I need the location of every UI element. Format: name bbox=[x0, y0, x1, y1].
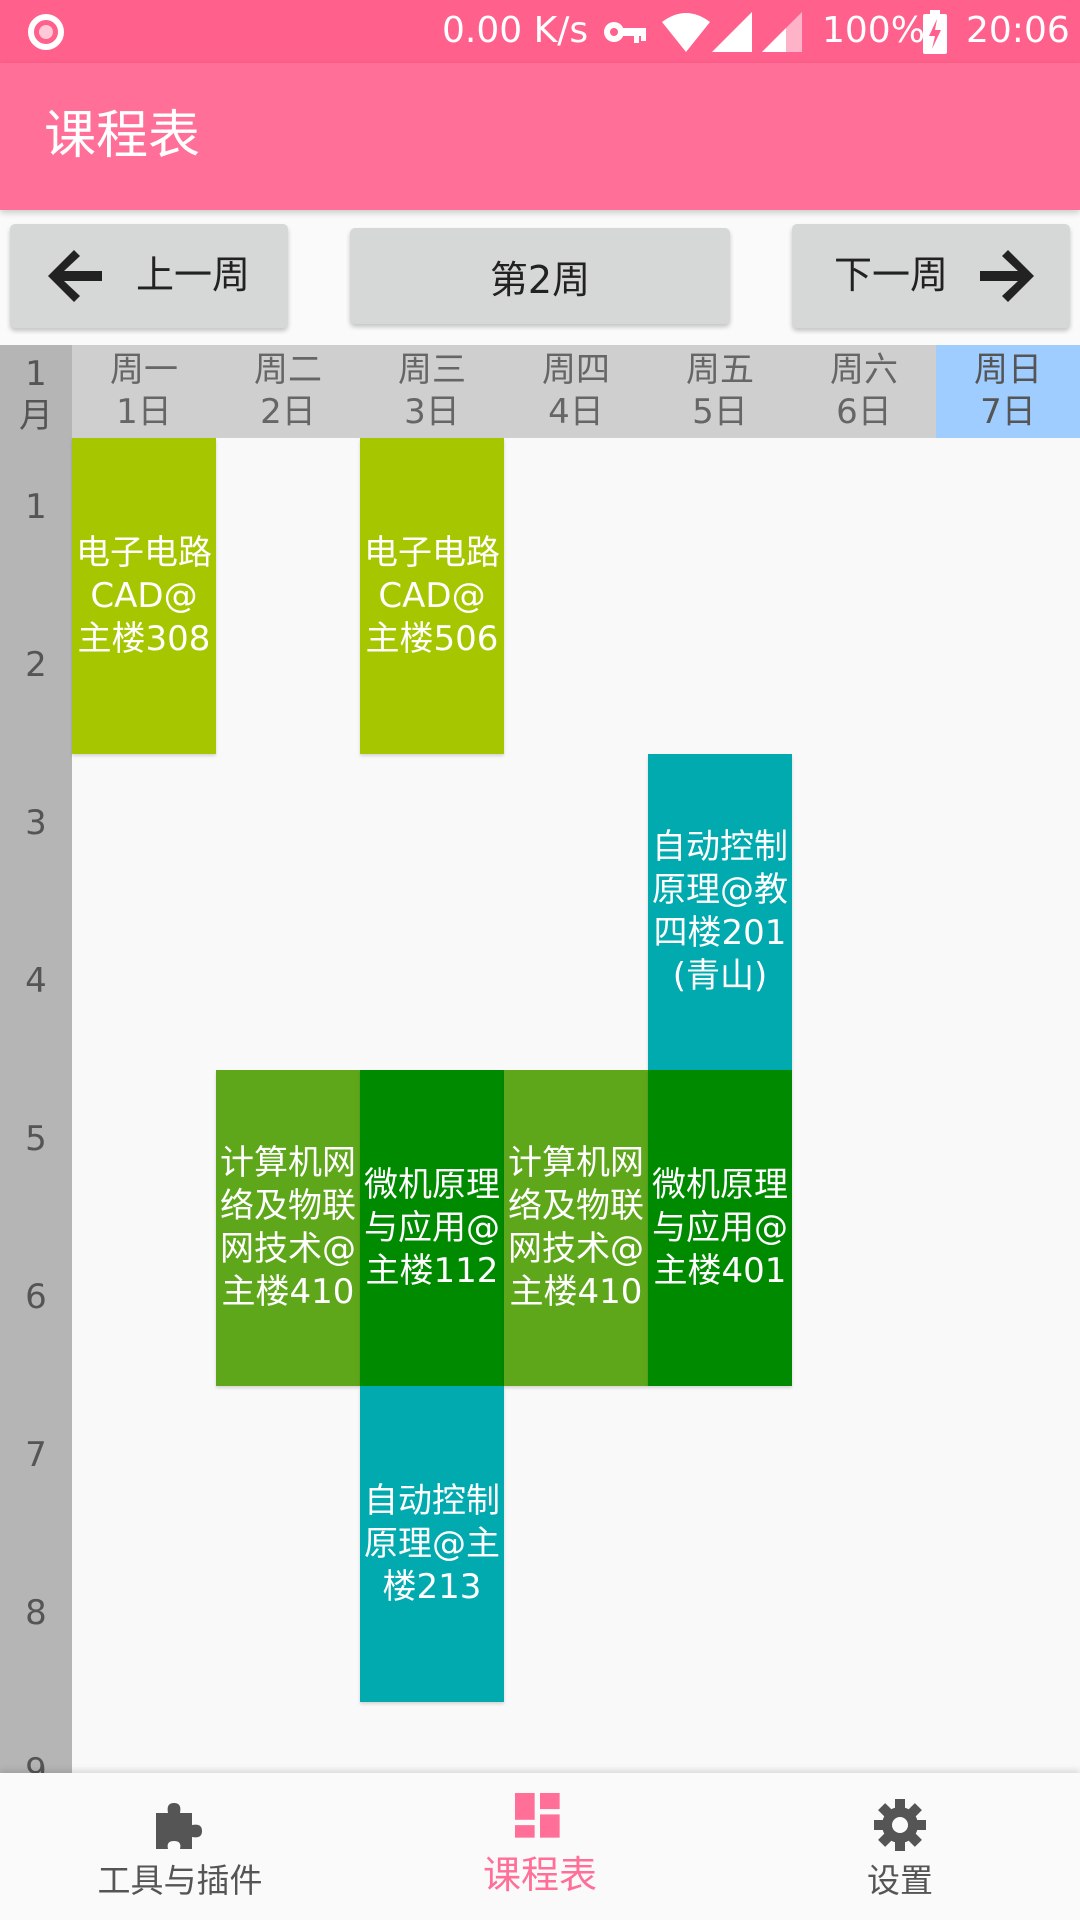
app-bar: 课程表 bbox=[0, 63, 1080, 210]
day-weekday: 周日 bbox=[974, 350, 1042, 390]
period-column: 1 月 bbox=[0, 345, 72, 1773]
day-header: 周五 5日 bbox=[648, 345, 792, 438]
app-notification-icon bbox=[28, 14, 64, 50]
prev-week-label: 上一周 bbox=[136, 253, 251, 297]
nav-timetable[interactable]: 课程表 bbox=[360, 1773, 720, 1920]
day-weekday: 周三 bbox=[398, 350, 466, 390]
day-weekday: 周二 bbox=[254, 350, 322, 390]
day-header: 周四 4日 bbox=[504, 345, 648, 438]
signal-secondary-icon bbox=[762, 12, 802, 52]
course-label: 微机原理与应用@主楼112 bbox=[364, 1164, 500, 1291]
course-label: 计算机网络及物联网技术@主楼410 bbox=[508, 1143, 644, 1312]
day-date: 2日 bbox=[260, 392, 316, 432]
period-number: 2 bbox=[25, 645, 47, 685]
dashboard-icon bbox=[515, 1793, 560, 1838]
day-date: 4日 bbox=[548, 392, 604, 432]
course-block[interactable]: 电子电路CAD@主楼308 bbox=[72, 438, 216, 754]
nav-label: 设置 bbox=[867, 1861, 933, 1900]
course-block[interactable]: 微机原理与应用@主楼112 bbox=[360, 1070, 504, 1386]
day-header: 周三 3日 bbox=[360, 345, 504, 438]
puzzle-icon bbox=[156, 1803, 202, 1849]
course-label: 电子电路CAD@主楼308 bbox=[76, 532, 212, 659]
nav-settings[interactable]: 设置 bbox=[720, 1773, 1080, 1920]
course-label: 计算机网络及物联网技术@主楼410 bbox=[220, 1143, 356, 1312]
period-number: 4 bbox=[25, 961, 47, 1001]
wifi-icon bbox=[662, 13, 710, 52]
battery-percent: 100% bbox=[822, 10, 925, 51]
day-header: 周二 2日 bbox=[216, 345, 360, 438]
vpn-key-icon bbox=[604, 22, 646, 43]
course-block[interactable]: 计算机网络及物联网技术@主楼410 bbox=[216, 1070, 360, 1386]
next-week-label: 下一周 bbox=[834, 253, 949, 297]
day-date: 6日 bbox=[836, 392, 892, 432]
battery-charging-icon bbox=[923, 10, 947, 54]
day-date: 5日 bbox=[692, 392, 748, 432]
day-weekday: 周一 bbox=[110, 350, 178, 390]
course-label: 自动控制原理@教四楼201(青山) bbox=[652, 827, 788, 996]
next-week-button[interactable]: 下一周 bbox=[792, 224, 1070, 328]
course-block[interactable]: 电子电路CAD@主楼506 bbox=[360, 438, 504, 754]
period-number: 8 bbox=[25, 1593, 47, 1633]
prev-week-button[interactable]: 上一周 bbox=[10, 224, 288, 328]
course-label: 自动控制原理@主楼213 bbox=[364, 1480, 500, 1607]
course-label: 电子电路CAD@主楼506 bbox=[364, 532, 500, 659]
bottom-navigation: 工具与插件 课程表 设置 bbox=[0, 1773, 1080, 1920]
gear-icon bbox=[874, 1799, 926, 1851]
status-bar: 0.00 K/s 100% 20:06 bbox=[0, 0, 1080, 63]
clock: 20:06 bbox=[966, 10, 1070, 51]
period-number: 7 bbox=[25, 1435, 47, 1475]
nav-tools-plugins[interactable]: 工具与插件 bbox=[0, 1773, 360, 1920]
period-number: 6 bbox=[25, 1277, 47, 1317]
month-label: 1 月 bbox=[19, 354, 53, 436]
nav-label: 工具与插件 bbox=[97, 1861, 263, 1900]
period-number: 3 bbox=[25, 803, 47, 843]
day-date: 1日 bbox=[116, 392, 172, 432]
day-date: 7日 bbox=[980, 392, 1036, 432]
page-title: 课程表 bbox=[44, 106, 201, 166]
course-block[interactable]: 计算机网络及物联网技术@主楼410 bbox=[504, 1070, 648, 1386]
arrow-right-icon bbox=[980, 250, 1034, 302]
nav-label: 课程表 bbox=[482, 1853, 597, 1897]
day-weekday: 周六 bbox=[830, 350, 898, 390]
current-week-button[interactable]: 第2周 bbox=[350, 228, 730, 324]
day-header: 周日 7日 bbox=[936, 345, 1080, 438]
day-weekday: 周四 bbox=[542, 350, 610, 390]
course-block[interactable]: 微机原理与应用@主楼401 bbox=[648, 1070, 792, 1386]
arrow-left-icon bbox=[48, 250, 102, 302]
period-number: 5 bbox=[25, 1119, 47, 1159]
day-header: 周六 6日 bbox=[792, 345, 936, 438]
course-label: 微机原理与应用@主楼401 bbox=[652, 1164, 788, 1291]
signal-icon bbox=[712, 12, 752, 52]
course-block[interactable]: 自动控制原理@教四楼201(青山) bbox=[648, 754, 792, 1070]
network-speed: 0.00 K/s bbox=[442, 10, 589, 51]
day-weekday: 周五 bbox=[686, 350, 754, 390]
course-block[interactable]: 自动控制原理@主楼213 bbox=[360, 1386, 504, 1702]
current-week-label: 第2周 bbox=[489, 257, 591, 302]
day-date: 3日 bbox=[404, 392, 460, 432]
period-number: 1 bbox=[25, 487, 47, 527]
day-header: 周一 1日 bbox=[72, 345, 216, 438]
